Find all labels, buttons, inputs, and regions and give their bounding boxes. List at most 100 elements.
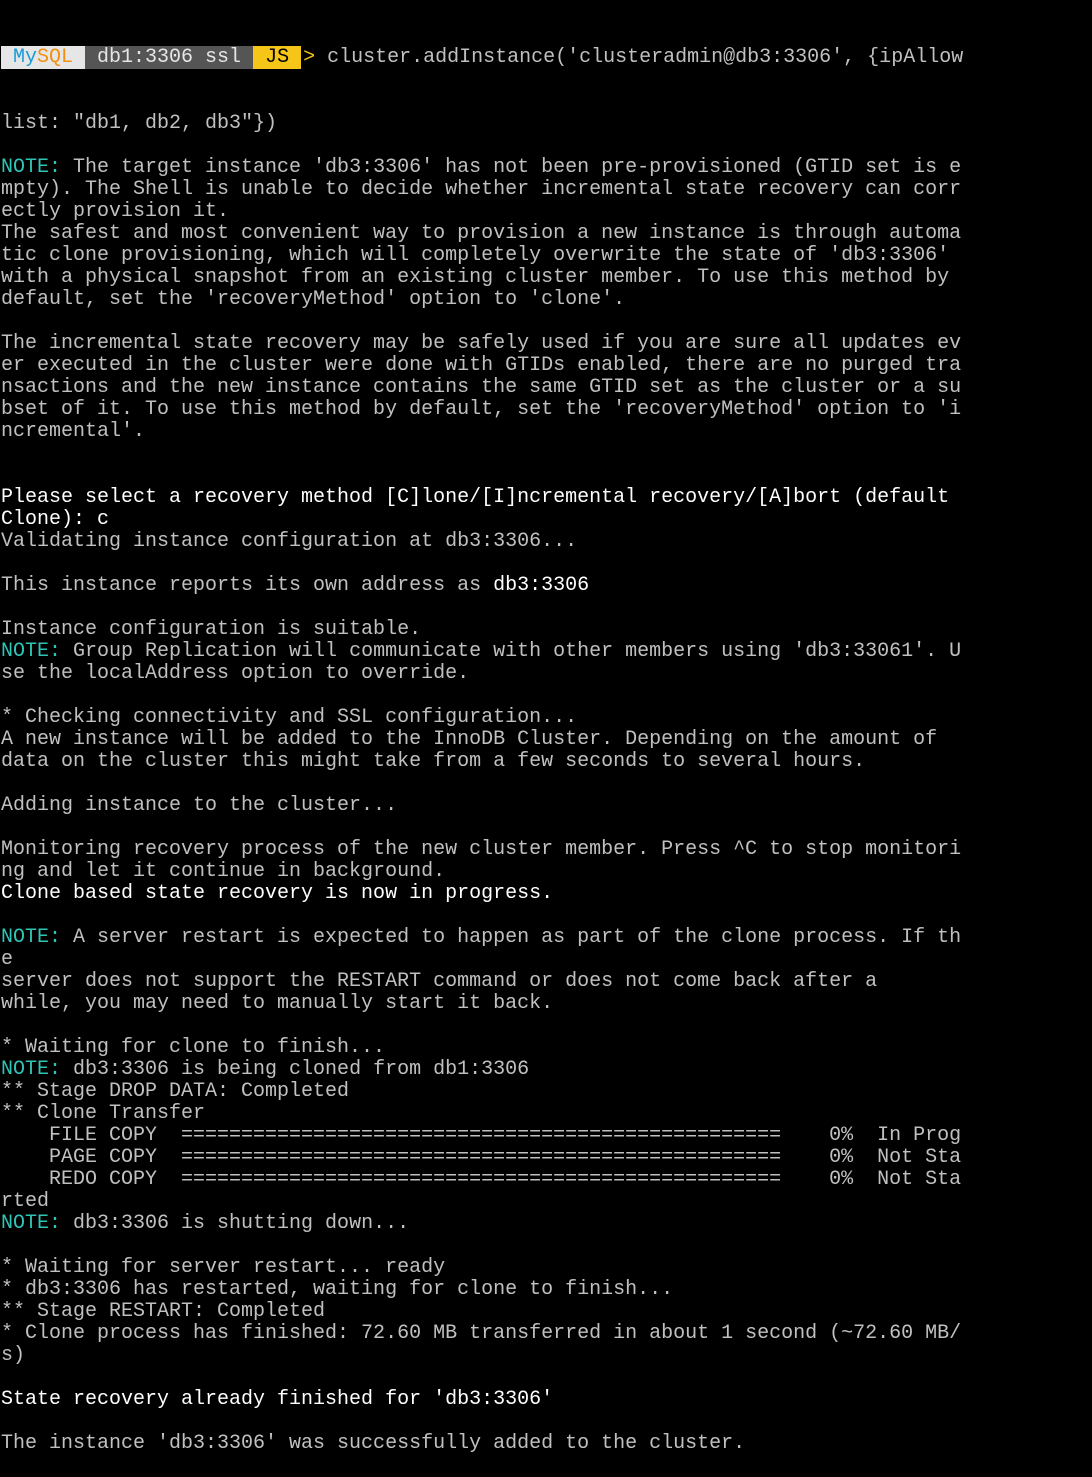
terminal-window[interactable]: MySQL db1:3306 ssl JS > cluster.addInstance… [1, 3, 1091, 1477]
output-line: ng and let it continue in background. [1, 861, 1091, 883]
output-text: e [1, 948, 14, 971]
output-text: ncremental'. [1, 420, 146, 443]
output-line: Monitoring recovery process of the new c… [1, 839, 1091, 861]
output-line: Please select a recovery method [C]lone/… [1, 487, 1091, 509]
output-line: The safest and most convenient way to pr… [1, 223, 1091, 245]
output-text: ng and let it continue in background. [1, 860, 446, 883]
output-line: se the localAddress option to override. [1, 663, 1091, 685]
output-line: server does not support the RESTART comm… [1, 971, 1091, 993]
output-text: nsactions and the new instance contains … [1, 376, 962, 399]
output-text: er executed in the cluster were done wit… [1, 354, 962, 377]
output-line: NOTE: db3:3306 is being cloned from db1:… [1, 1059, 1091, 1081]
output-line: Clone based state recovery is now in pro… [1, 883, 1091, 905]
output-line: Instance configuration is suitable. [1, 619, 1091, 641]
output-line: Clone): c [1, 509, 1091, 531]
output-text: * Waiting for server restart... ready [1, 1256, 446, 1279]
output-text: Please select a recovery method [C]lone/… [1, 486, 950, 509]
output-text: The safest and most convenient way to pr… [1, 222, 962, 245]
output-text: data on the cluster this might take from… [1, 750, 866, 773]
output-text: with a physical snapshot from an existin… [1, 266, 950, 289]
output-text: ectly provision it. [1, 200, 230, 223]
output-line: rted [1, 1191, 1091, 1213]
output-text: REDO COPY ==============================… [1, 1168, 962, 1191]
output-line: NOTE: A server restart is expected to ha… [1, 927, 1091, 949]
output-text: State recovery already finished for 'db3… [1, 1388, 554, 1411]
output-text: Group Replication will communicate with … [61, 640, 962, 663]
output-line: REDO COPY ==============================… [1, 1169, 1091, 1191]
output-text: default, set the 'recoveryMethod' option… [1, 288, 626, 311]
output-line: list: "db1, db2, db3"}) [1, 113, 1091, 135]
output-line: ** Stage DROP DATA: Completed [1, 1081, 1091, 1103]
output-line: Validating instance configuration at db3… [1, 531, 1091, 553]
output-line: PAGE COPY ==============================… [1, 1147, 1091, 1169]
note-label: NOTE: [1, 926, 62, 949]
host-prompt-badge: db1:3306 ssl [85, 46, 254, 69]
output-line: bset of it. To use this method by defaul… [1, 399, 1091, 421]
output-line: ectly provision it. [1, 201, 1091, 223]
output-text: A server restart is expected to happen a… [61, 926, 962, 949]
output-text: tic clone provisioning, which will compl… [1, 244, 950, 267]
output-line: e [1, 949, 1091, 971]
note-label: NOTE: [1, 1058, 62, 1081]
output-line: NOTE: db3:3306 is shutting down... [1, 1213, 1091, 1235]
mysql-prompt-sql: SQL [37, 46, 74, 69]
note-label: NOTE: [1, 156, 62, 179]
output-line: ncremental'. [1, 421, 1091, 443]
output-line: er executed in the cluster were done wit… [1, 355, 1091, 377]
output-text: The instance 'db3:3306' was successfully… [1, 1432, 746, 1455]
output-line: * db3:3306 has restarted, waiting for cl… [1, 1279, 1091, 1301]
output-text: while, you may need to manually start it… [1, 992, 554, 1015]
output-text: mpty). The Shell is unable to decide whe… [1, 178, 962, 201]
mysql-prompt-badge: MySQL [1, 46, 86, 69]
output-text: server does not support the RESTART comm… [1, 970, 878, 993]
output-line: ** Clone Transfer [1, 1103, 1091, 1125]
output-line: while, you may need to manually start it… [1, 993, 1091, 1015]
output-text: se the localAddress option to override. [1, 662, 470, 685]
output-line: with a physical snapshot from an existin… [1, 267, 1091, 289]
output-line: The instance 'db3:3306' was successfully… [1, 1433, 1091, 1455]
output-text: ** Stage RESTART: Completed [1, 1300, 326, 1323]
output-line: Adding instance to the cluster... [1, 795, 1091, 817]
output-text: Validating instance configuration at db3… [1, 530, 578, 553]
output-text: * Checking connectivity and SSL configur… [1, 706, 578, 729]
output-line: NOTE: Group Replication will communicate… [1, 641, 1091, 663]
output-line: * Clone process has finished: 72.60 MB t… [1, 1323, 1091, 1345]
output-line: The incremental state recovery may be sa… [1, 333, 1091, 355]
output-text: Monitoring recovery process of the new c… [1, 838, 962, 861]
output-text: s) [1, 1344, 26, 1367]
output-text: This instance reports its own address as [1, 574, 494, 597]
output-text: Adding instance to the cluster... [1, 794, 398, 817]
js-mode-badge: JS [253, 46, 302, 69]
output-line: data on the cluster this might take from… [1, 751, 1091, 773]
output-text: A new instance will be added to the Inno… [1, 728, 938, 751]
output-line: tic clone provisioning, which will compl… [1, 245, 1091, 267]
output-text: * db3:3306 has restarted, waiting for cl… [1, 1278, 674, 1301]
note-label: NOTE: [1, 640, 62, 663]
output-line: mpty). The Shell is unable to decide whe… [1, 179, 1091, 201]
output-line: nsactions and the new instance contains … [1, 377, 1091, 399]
output-line: NOTE: The target instance 'db3:3306' has… [1, 157, 1091, 179]
output-line: * Checking connectivity and SSL configur… [1, 707, 1091, 729]
output-text: FILE COPY ==============================… [1, 1124, 962, 1147]
output-line: * Waiting for clone to finish... [1, 1037, 1091, 1059]
output-text: rted [1, 1190, 50, 1213]
terminal-output: list: "db1, db2, db3"}) NOTE: The target … [1, 113, 1091, 1455]
output-text: list: "db1, db2, db3"}) [1, 112, 278, 135]
output-line: A new instance will be added to the Inno… [1, 729, 1091, 751]
output-line: ** Stage RESTART: Completed [1, 1301, 1091, 1323]
output-text: ** Clone Transfer [1, 1102, 206, 1125]
prompt-line: MySQL db1:3306 ssl JS > cluster.addInstance… [1, 46, 1091, 69]
